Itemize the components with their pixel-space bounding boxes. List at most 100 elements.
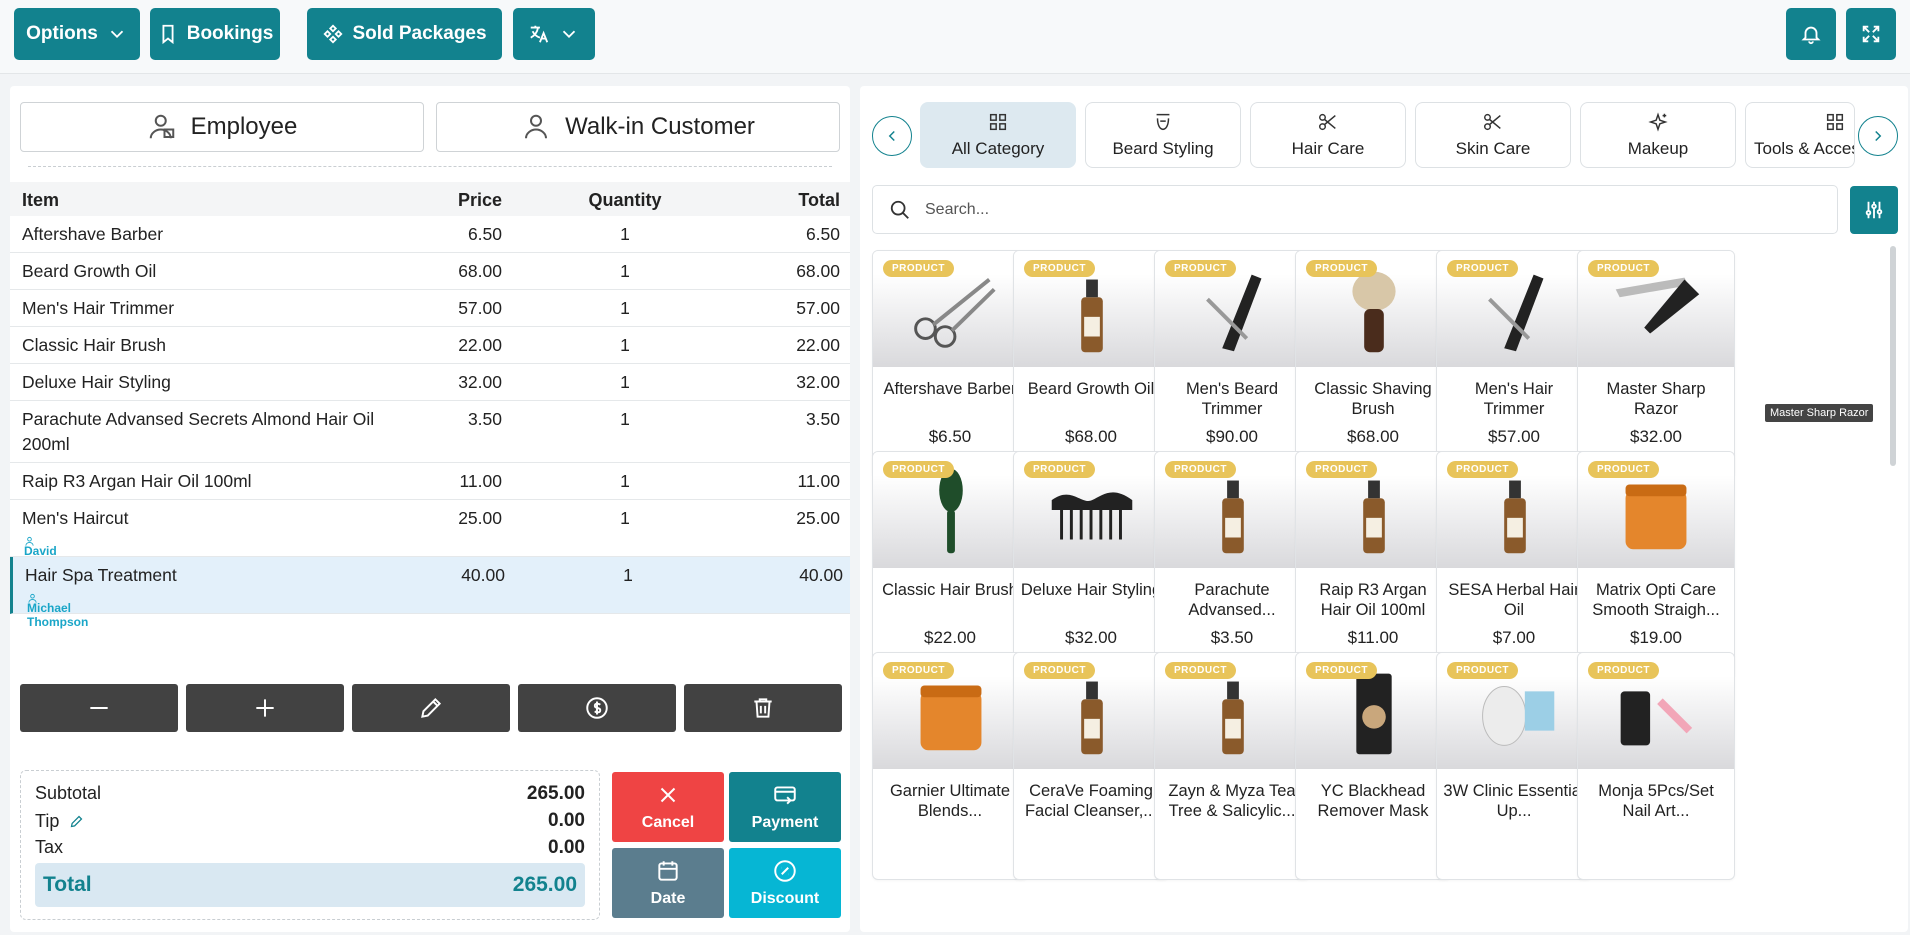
category-label: Hair Care [1291, 139, 1365, 158]
category-all[interactable]: All Category [920, 102, 1076, 168]
payment-label: Payment [751, 814, 819, 831]
row-item: Aftershave Barber [22, 224, 164, 244]
cart-panel: Employee Walk-in Customer Item Price Qua… [10, 86, 850, 932]
increase-button[interactable] [186, 684, 344, 732]
row-item: Beard Growth Oil [22, 261, 157, 281]
product-name: Beard Growth Oil [1027, 380, 1155, 398]
product-name: Raip R3 Argan Hair Oil 100ml [1319, 581, 1427, 619]
row-item: Raip R3 Argan Hair Oil 100ml [22, 471, 252, 491]
employee-selector[interactable]: Employee [20, 102, 424, 152]
discount-button[interactable]: Discount [729, 848, 841, 918]
product-card[interactable]: PRODUCT Raip R3 Argan Hair Oil 100ml $11.0… [1295, 451, 1451, 679]
language-button[interactable] [513, 8, 595, 60]
product-price: $6.50 [928, 427, 972, 446]
category-makeup[interactable]: Makeup [1580, 102, 1736, 168]
table-row[interactable]: Parachute Advansed Secrets Almond Hair O… [10, 401, 850, 463]
product-card[interactable]: PRODUCT 3W Clinic Essential Up... [1436, 652, 1592, 880]
cancel-label: Cancel [641, 814, 695, 831]
product-card[interactable]: PRODUCT Garnier Ultimate Blends... [872, 652, 1028, 880]
row-price: 6.50 [467, 224, 502, 244]
product-price: $68.00 [1347, 427, 1399, 446]
table-row[interactable]: Classic Hair Brush 22.00 1 22.00 [10, 327, 850, 364]
table-row[interactable]: Beard Growth Oil 68.00 1 68.00 [10, 253, 850, 290]
scrollbar[interactable] [1890, 246, 1896, 466]
header-item: Item [22, 190, 60, 210]
price-button[interactable] [518, 684, 676, 732]
notifications-button[interactable] [1786, 8, 1836, 60]
product-card[interactable]: PRODUCTMen's Hair Trimmer$57.00Stock: 59… [1436, 250, 1592, 478]
subtotal-label: Subtotal [35, 783, 102, 803]
edit-button[interactable] [352, 684, 510, 732]
packages-icon [323, 24, 343, 44]
product-card[interactable]: PRODUCTClassic Shaving Brush$68.00Stock:… [1295, 250, 1451, 478]
product-name: YC Blackhead Remover Mask [1317, 782, 1429, 820]
row-item: Hair Spa Treatment [25, 565, 177, 585]
product-price: $7.00 [1492, 628, 1536, 647]
category-next-button[interactable] [1858, 116, 1898, 156]
employee-icon [149, 114, 174, 139]
assigned-staff: Michael Thompson [27, 593, 88, 629]
payment-button[interactable]: Payment [729, 772, 841, 842]
table-row[interactable]: Raip R3 Argan Hair Oil 100ml 11.00 1 11.… [10, 463, 850, 500]
category-prev-button[interactable] [872, 116, 912, 156]
row-quantity: 1 [620, 508, 630, 528]
category-hair-care[interactable]: Hair Care [1250, 102, 1406, 168]
options-button[interactable]: Options [14, 8, 140, 60]
row-price: 68.00 [458, 261, 502, 281]
product-card[interactable]: PRODUCTAftershave Barber$6.50Stock: -19 … [872, 250, 1028, 478]
delete-button[interactable] [684, 684, 842, 732]
fullscreen-button[interactable] [1846, 8, 1896, 60]
product-card[interactable]: PRODUCT Zayn & Myza Tea Tree & Salicylic.… [1154, 652, 1310, 880]
edit-tip-icon[interactable] [69, 814, 84, 829]
table-row[interactable]: Men's Haircut 25.00 1 25.00 David Wilson [10, 500, 850, 572]
table-row[interactable]: Men's Hair Trimmer 57.00 1 57.00 [10, 290, 850, 327]
total-value: 265.00 [512, 873, 577, 896]
customer-selector[interactable]: Walk-in Customer [436, 102, 840, 152]
scissors-icon [1484, 113, 1501, 131]
top-toolbar: Options Bookings Sold Packages [0, 0, 1910, 74]
category-label: Tools & Accessories [1754, 139, 1854, 158]
product-price: $19.00 [1630, 628, 1682, 647]
cancel-button[interactable]: Cancel [612, 772, 724, 842]
category-skin-care[interactable]: Skin Care [1415, 102, 1571, 168]
product-card[interactable]: PRODUCTParachute Advansed...$3.50Stock: … [1154, 451, 1310, 679]
category-label: All Category [951, 139, 1045, 158]
table-row[interactable]: Deluxe Hair Styling 32.00 1 32.00 [10, 364, 850, 401]
product-name: Master Sharp Razor [1606, 380, 1706, 418]
product-card[interactable]: PRODUCT Monja 5Pcs/Set Nail Art... [1577, 652, 1735, 880]
bookings-button[interactable]: Bookings [150, 8, 280, 60]
product-card[interactable]: PRODUCTMen's Beard Trimmer$90.00Stock: -… [1154, 250, 1310, 478]
chevron-down-icon [110, 30, 124, 39]
category-beard-styling[interactable]: Beard Styling [1085, 102, 1241, 168]
search-box[interactable]: Search... [872, 185, 1838, 234]
product-card[interactable]: PRODUCT CeraVe Foaming Facial Cleanser,..… [1013, 652, 1169, 880]
product-card[interactable]: PRODUCTDeluxe Hair Styling$32.00Stock: 7… [1013, 451, 1169, 679]
product-card[interactable]: PRODUCT YC Blackhead Remover Mask [1295, 652, 1451, 880]
product-badge: PRODUCT [1306, 662, 1377, 679]
date-button[interactable]: Date [612, 848, 724, 918]
search-input[interactable]: Search... [925, 201, 989, 219]
product-card[interactable]: PRODUCT Matrix Opti Care Smooth Straigh..… [1577, 451, 1735, 679]
row-price: 22.00 [458, 335, 502, 355]
product-card[interactable]: PRODUCTSESA Herbal Hair Oil$7.00Stock: 1… [1436, 451, 1592, 679]
total-label: Total [43, 873, 92, 896]
subtotal-row: Subtotal 265.00 [35, 783, 585, 805]
trash-icon [754, 698, 772, 718]
product-name: Monja 5Pcs/Set Nail Art... [1598, 782, 1714, 820]
product-card[interactable]: PRODUCTClassic Hair Brush$22.00Stock: -1… [872, 451, 1028, 679]
grid-icon [989, 113, 1007, 131]
decrease-button[interactable] [20, 684, 178, 732]
category-tools[interactable]: Tools & Accessories [1745, 102, 1855, 168]
product-badge: PRODUCT [1024, 662, 1095, 679]
product-card[interactable]: PRODUCTMaster Sharp Razor$32.00Stock: 27… [1577, 250, 1735, 478]
product-name: Aftershave Barber [883, 380, 1017, 398]
payment-icon [774, 786, 796, 805]
table-row-selected[interactable]: Hair Spa Treatment 40.00 1 40.00 Michael… [10, 557, 850, 629]
table-row[interactable]: Aftershave Barber 6.50 1 6.50 [10, 216, 850, 253]
discount-icon [774, 860, 796, 882]
product-badge: PRODUCT [1024, 461, 1095, 478]
filter-button[interactable] [1850, 186, 1898, 234]
product-card[interactable]: PRODUCTBeard Growth Oil$68.00Stock: -4 P… [1013, 250, 1169, 478]
sold-packages-button[interactable]: Sold Packages [307, 8, 502, 60]
expand-icon [1862, 25, 1880, 43]
